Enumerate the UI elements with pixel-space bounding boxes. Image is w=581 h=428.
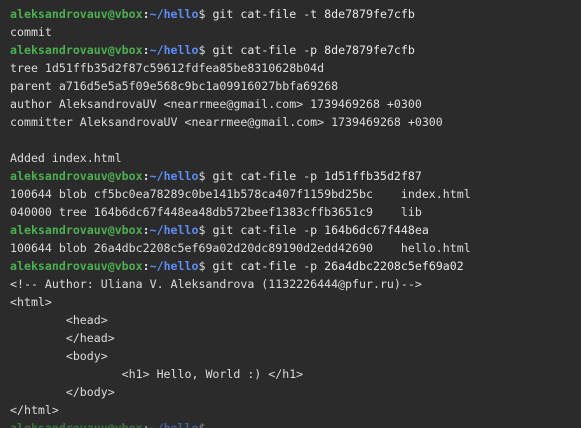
output-line: committer AleksandrovaUV <nearrmee@gmail… [10,113,581,131]
output-line: 040000 tree 164b6dc67f448ea48db572beef13… [10,203,581,221]
output-text: committer AleksandrovaUV <nearrmee@gmail… [10,115,443,129]
prompt-user-host: aleksandrovauv@vbox [10,421,143,428]
command-line: aleksandrovauv@vbox:~/hello$ git cat-fil… [10,41,581,59]
prompt-colon: : [142,223,150,237]
output-line: </body> [10,383,581,401]
prompt-path: ~/hello [149,421,199,428]
output-line: <h1> Hello, World :) </h1> [10,365,581,383]
output-line: author AleksandrovaUV <nearrmee@gmail.co… [10,95,581,113]
prompt-path: ~/hello [149,223,199,237]
output-line: <!-- Author: Uliana V. Aleksandrova (113… [10,275,581,293]
command-line: aleksandrovauv@vbox:~/hello$ git cat-fil… [10,167,581,185]
command-text: git cat-file -p 26a4dbc2208c5ef69a02 [212,259,464,273]
output-line: 100644 blob cf5bc0ea78289c0be141b578ca40… [10,185,581,203]
output-line: commit [10,23,581,41]
command-line: aleksandrovauv@vbox:~/hello$ git cat-fil… [10,257,581,275]
command-line: aleksandrovauv@vbox:~/hello$ git cat-fil… [10,221,581,239]
command-text: git cat-file -p 164b6dc67f448ea [212,223,429,237]
prompt-user-host: aleksandrovauv@vbox [10,259,143,273]
prompt-path: ~/hello [149,7,199,21]
prompt-colon: : [142,421,150,428]
output-text: 100644 blob 26a4dbc2208c5ef69a02d20dc891… [10,241,471,255]
prompt-path: ~/hello [149,169,199,183]
output-text: 100644 blob cf5bc0ea78289c0be141b578ca40… [10,187,471,201]
prompt-user-host: aleksandrovauv@vbox [10,43,143,57]
prompt-colon: : [142,43,150,57]
output-line: <html> [10,293,581,311]
command-line: aleksandrovauv@vbox:~/hello$ git cat-fil… [10,5,581,23]
output-text: </head> [10,331,115,345]
command-text: git cat-file -p 1d51ffb35d2f87 [212,169,422,183]
prompt-dollar: $ [198,169,213,183]
prompt-colon: : [142,169,150,183]
output-text: commit [10,25,52,39]
output-text: <h1> Hello, World :) </h1> [10,367,304,381]
output-text: <!-- Author: Uliana V. Aleksandrova (113… [10,277,422,291]
output-text: <head> [10,313,108,327]
output-line: <head> [10,311,581,329]
output-text: tree 1d51ffb35d2f87c59612fdfea85be831062… [10,61,325,75]
output-text: </body> [10,385,115,399]
prompt-path: ~/hello [149,43,199,57]
command-text: git cat-file -t 8de7879fe7cfb [212,7,415,21]
prompt-user-host: aleksandrovauv@vbox [10,7,143,21]
output-line: tree 1d51ffb35d2f87c59612fdfea85be831062… [10,59,581,77]
output-text: <html> [10,295,52,309]
command-text: git cat-file -p 8de7879fe7cfb [212,43,415,57]
output-text: </html> [10,403,59,417]
output-line: 100644 blob 26a4dbc2208c5ef69a02d20dc891… [10,239,581,257]
output-line: </head> [10,329,581,347]
prompt-dollar: $ [198,421,213,428]
prompt-user-host: aleksandrovauv@vbox [10,223,143,237]
output-line: Added index.html [10,149,581,167]
output-line: <body> [10,347,581,365]
prompt-user-host: aleksandrovauv@vbox [10,169,143,183]
output-text: Added index.html [10,151,122,165]
output-text: author AleksandrovaUV <nearrmee@gmail.co… [10,97,422,111]
prompt-dollar: $ [198,43,213,57]
output-line: parent a716d5e5a5f09e568c9bc1a09916027bb… [10,77,581,95]
output-text: parent a716d5e5a5f09e568c9bc1a09916027bb… [10,79,339,93]
output-text: 040000 tree 164b6dc67f448ea48db572beef13… [10,205,422,219]
prompt-path: ~/hello [149,259,199,273]
terminal-window[interactable]: aleksandrovauv@vbox:~/hello$ git cat-fil… [0,0,581,428]
output-text: <body> [10,349,108,363]
prompt-dollar: $ [198,259,213,273]
prompt-colon: : [142,7,150,21]
command-line: aleksandrovauv@vbox:~/hello$ [10,419,581,428]
prompt-colon: : [142,259,150,273]
prompt-dollar: $ [198,7,213,21]
prompt-dollar: $ [198,223,213,237]
output-line: </html> [10,401,581,419]
